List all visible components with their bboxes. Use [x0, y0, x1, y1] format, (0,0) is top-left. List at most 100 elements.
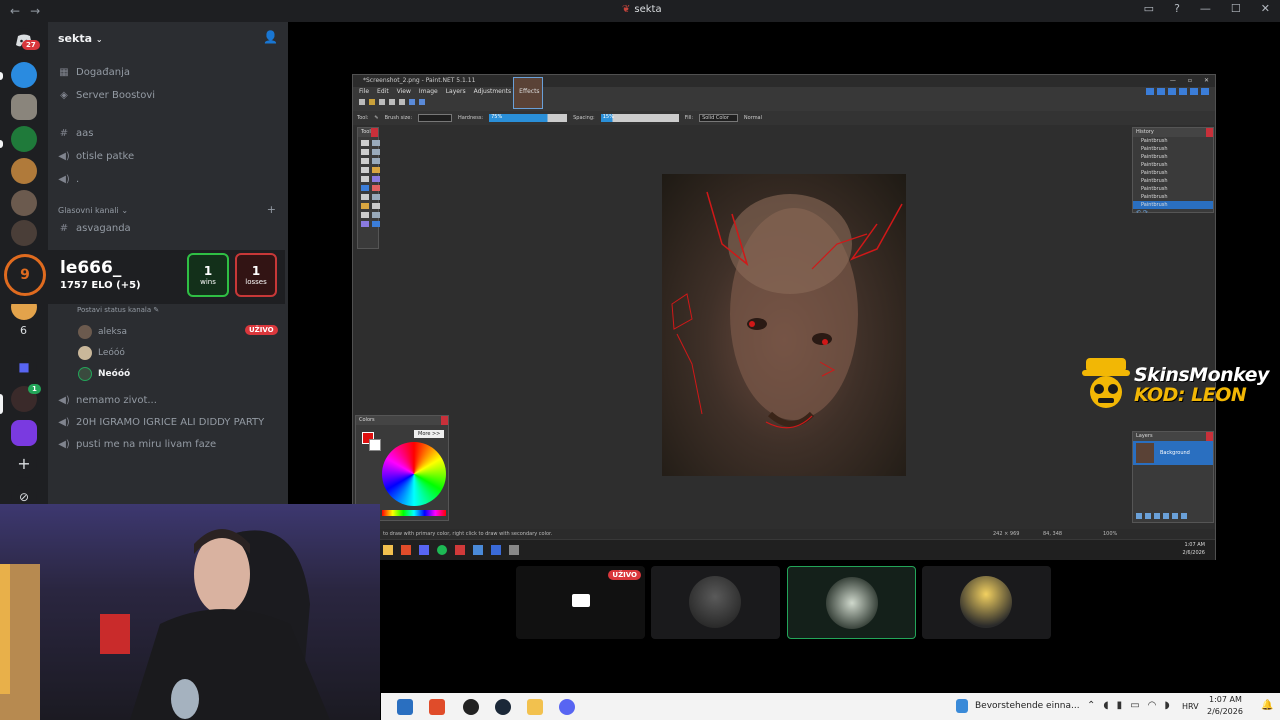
menu-adjustments[interactable]: Adjustments: [474, 87, 512, 97]
maximize-button[interactable]: ▫: [1188, 77, 1192, 84]
menu-item-boosts[interactable]: ◈ Server Boostovi: [58, 90, 155, 101]
toolbar-icon[interactable]: [419, 99, 425, 105]
channel-aas[interactable]: # aas: [58, 128, 94, 139]
guild-avatar-2[interactable]: [11, 94, 37, 120]
close-button[interactable]: ✕: [1204, 77, 1209, 84]
hue-slider[interactable]: [382, 510, 446, 516]
menu-image[interactable]: Image: [419, 87, 438, 97]
color-wheel[interactable]: [382, 442, 446, 506]
status-prompt[interactable]: Postavi status kanala ✎: [77, 306, 159, 314]
steam-icon[interactable]: [495, 699, 511, 715]
channel-pusti-me[interactable]: ◀) pusti me na miru livam faze: [58, 439, 216, 450]
menu-effects[interactable]: Effects: [519, 87, 539, 97]
maximize-button[interactable]: ☐: [1231, 2, 1241, 15]
tool-icon[interactable]: [361, 203, 369, 209]
notification-app-icon[interactable]: [956, 699, 968, 713]
discord-icon[interactable]: [419, 545, 429, 555]
history-item-selected[interactable]: Paintbrush: [1133, 201, 1213, 209]
more-colors-button[interactable]: More >>: [414, 430, 445, 438]
tool-icon[interactable]: [361, 167, 369, 173]
app-icon[interactable]: [463, 699, 479, 715]
back-arrow-icon[interactable]: ←: [10, 4, 20, 18]
toolbar-icon[interactable]: [359, 99, 365, 105]
view-icon[interactable]: [1179, 88, 1187, 95]
guild-smiley-icon[interactable]: [11, 62, 37, 88]
forward-arrow-icon[interactable]: →: [30, 4, 40, 18]
tool-icon[interactable]: [361, 176, 369, 182]
view-icon[interactable]: [1201, 88, 1209, 95]
history-item[interactable]: Paintbrush: [1133, 137, 1213, 145]
bell-icon[interactable]: 🔔: [1261, 700, 1273, 711]
tool-icon[interactable]: [372, 158, 380, 164]
speaker-mute-icon[interactable]: ◖: [1103, 700, 1108, 711]
tool-icon[interactable]: [372, 221, 380, 227]
tool-icon[interactable]: [361, 221, 369, 227]
notification-text[interactable]: Bevorstehende einna...: [975, 701, 1080, 711]
history-item[interactable]: Paintbrush: [1133, 153, 1213, 161]
close-icon[interactable]: [1206, 128, 1213, 137]
stream-tile-user-1[interactable]: [651, 566, 780, 639]
spacing-slider[interactable]: 15%: [600, 114, 679, 122]
view-icon[interactable]: [1190, 88, 1198, 95]
menu-file[interactable]: File: [359, 87, 369, 97]
paintbrush-tool-icon[interactable]: [361, 185, 369, 191]
history-item[interactable]: Paintbrush: [1133, 193, 1213, 201]
tool-icon[interactable]: [372, 185, 380, 191]
layer-action-icon[interactable]: [1181, 513, 1187, 519]
blend-mode-select[interactable]: Normal: [744, 115, 762, 121]
app-icon[interactable]: [491, 545, 501, 555]
guild-app-icon[interactable]: [11, 420, 37, 446]
toolbar-icon[interactable]: [409, 99, 415, 105]
toolbar-icon[interactable]: [389, 99, 395, 105]
layer-action-icon[interactable]: [1154, 513, 1160, 519]
view-icon[interactable]: [1168, 88, 1176, 95]
stream-tile-user-3[interactable]: [922, 566, 1051, 639]
hardness-slider[interactable]: 75%: [489, 114, 568, 122]
redo-icon[interactable]: ↷: [1143, 209, 1148, 216]
brave-icon[interactable]: [401, 545, 411, 555]
headset-icon[interactable]: ◠: [1148, 700, 1157, 711]
close-icon[interactable]: [1206, 432, 1213, 441]
layer-action-icon[interactable]: [1163, 513, 1169, 519]
channel-dot[interactable]: ◀).: [58, 174, 79, 185]
outlook-icon[interactable]: [397, 699, 413, 715]
spotify-icon[interactable]: [437, 545, 447, 555]
history-item[interactable]: Paintbrush: [1133, 161, 1213, 169]
tool-icon[interactable]: [372, 167, 380, 173]
close-button[interactable]: ✕: [1261, 2, 1270, 15]
brush-tool-icon[interactable]: ✎: [374, 115, 378, 121]
tool-icon[interactable]: [361, 158, 369, 164]
guild-avatar-6[interactable]: [11, 220, 37, 246]
menu-layers[interactable]: Layers: [446, 87, 466, 97]
taskbar-time[interactable]: 1:07 AM: [1209, 695, 1242, 704]
tool-icon[interactable]: [372, 176, 380, 182]
voice-member-leooo[interactable]: Leóóó: [78, 346, 125, 360]
add-member-icon[interactable]: 👤: [263, 30, 278, 44]
discord-icon[interactable]: [559, 699, 575, 715]
channel-asvaganda[interactable]: # asvaganda: [58, 223, 131, 234]
tool-icon[interactable]: [361, 149, 369, 155]
minimize-button[interactable]: —: [1200, 2, 1211, 15]
tool-icon[interactable]: [372, 194, 380, 200]
tool-icon[interactable]: [372, 203, 380, 209]
history-item[interactable]: Paintbrush: [1133, 145, 1213, 153]
fill-select[interactable]: Solid Color: [699, 114, 738, 122]
brave-icon[interactable]: [429, 699, 445, 715]
folder-icon[interactable]: ■: [11, 354, 37, 380]
layer-action-icon[interactable]: [1172, 513, 1178, 519]
history-item[interactable]: Paintbrush: [1133, 169, 1213, 177]
toolbar-icon[interactable]: [369, 99, 375, 105]
guild-avatar-5[interactable]: [11, 190, 37, 216]
monitor-icon[interactable]: ▭: [1130, 700, 1139, 711]
tool-icon[interactable]: [361, 140, 369, 146]
text-tool-icon[interactable]: [361, 212, 369, 218]
taskbar-date[interactable]: 2/6/2026: [1207, 707, 1243, 716]
layer-row[interactable]: Background: [1133, 441, 1213, 465]
chevron-up-icon[interactable]: ⌃: [1087, 700, 1095, 711]
category-voice[interactable]: Glasovni kanali ⌄: [58, 206, 128, 215]
tool-icon[interactable]: [372, 149, 380, 155]
menu-edit[interactable]: Edit: [377, 87, 389, 97]
voice-member-aleksa[interactable]: aleksa: [78, 325, 127, 339]
history-item[interactable]: Paintbrush: [1133, 177, 1213, 185]
app-icon[interactable]: [527, 699, 543, 715]
